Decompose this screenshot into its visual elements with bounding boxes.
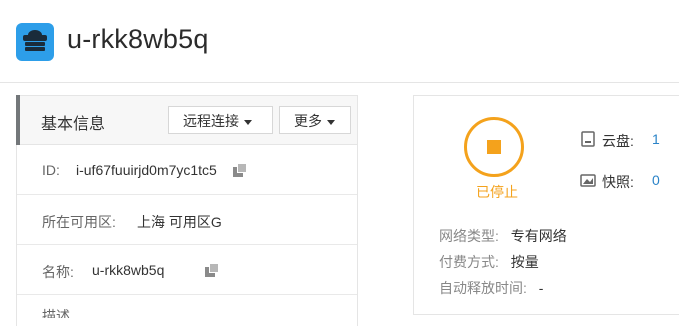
network-type-row: 网络类型: 专有网络 [439,226,567,246]
stop-square [487,140,501,154]
disk-label: 云盘: [602,133,634,149]
stopped-status-icon [464,117,524,177]
zone-value: 上海 可用区G [137,214,222,230]
snapshot-label: 快照: [602,174,634,190]
auto-release-row: 自动释放时间: - [439,278,543,298]
panel-accent-bar [16,95,20,145]
chevron-down-icon [327,119,335,125]
disk-count-link[interactable]: 1 [652,131,660,147]
page-title: u-rkk8wb5q [67,24,209,54]
id-value: i-uf67fuuirjd0m7yc1tc5 [76,162,217,178]
name-label: 名称: [42,264,74,280]
info-row-name: 名称: u-rkk8wb5q [17,245,357,295]
id-label: ID: [42,162,60,178]
remote-connect-label: 远程连接 [183,113,239,129]
remote-connect-button[interactable]: 远程连接 [168,106,273,134]
basic-info-header: 基本信息 远程连接 更多 [17,96,357,145]
basic-info-title: 基本信息 [41,116,106,133]
more-label: 更多 [294,113,322,129]
disk-icon [581,131,595,147]
snapshot-count-link[interactable]: 0 [652,172,660,188]
cloud-server-icon [16,23,54,61]
page-header: u-rkk8wb5q [0,0,679,83]
network-type-value: 专有网络 [510,228,567,244]
network-type-label: 网络类型: [439,228,499,244]
auto-release-value: - [538,280,544,296]
more-button[interactable]: 更多 [279,106,351,134]
name-value: u-rkk8wb5q [92,262,165,278]
zone-label: 所在可用区: [42,214,116,230]
description-label: 描述 [42,308,70,318]
basic-info-panel: 基本信息 远程连接 更多 ID: i-uf67fuuirjd0m7yc1tc5 … [16,95,358,326]
snapshot-icon [580,174,596,187]
status-text: 已停止 [476,184,518,200]
chevron-down-icon [244,119,252,125]
info-row-zone: 所在可用区: 上海 可用区G [17,195,357,245]
copy-icon[interactable] [233,163,247,177]
billing-row: 付费方式: 按量 [439,252,539,272]
status-panel: 已停止 云盘: 1 快照: 0 网络类型: 专有网络 付费方式: 按量 自动释放… [413,95,679,315]
billing-value: 按量 [510,254,539,270]
billing-label: 付费方式: [439,254,499,270]
auto-release-label: 自动释放时间: [439,280,527,296]
info-row-id: ID: i-uf67fuuirjd0m7yc1tc5 [17,145,357,195]
copy-icon[interactable] [205,263,219,277]
